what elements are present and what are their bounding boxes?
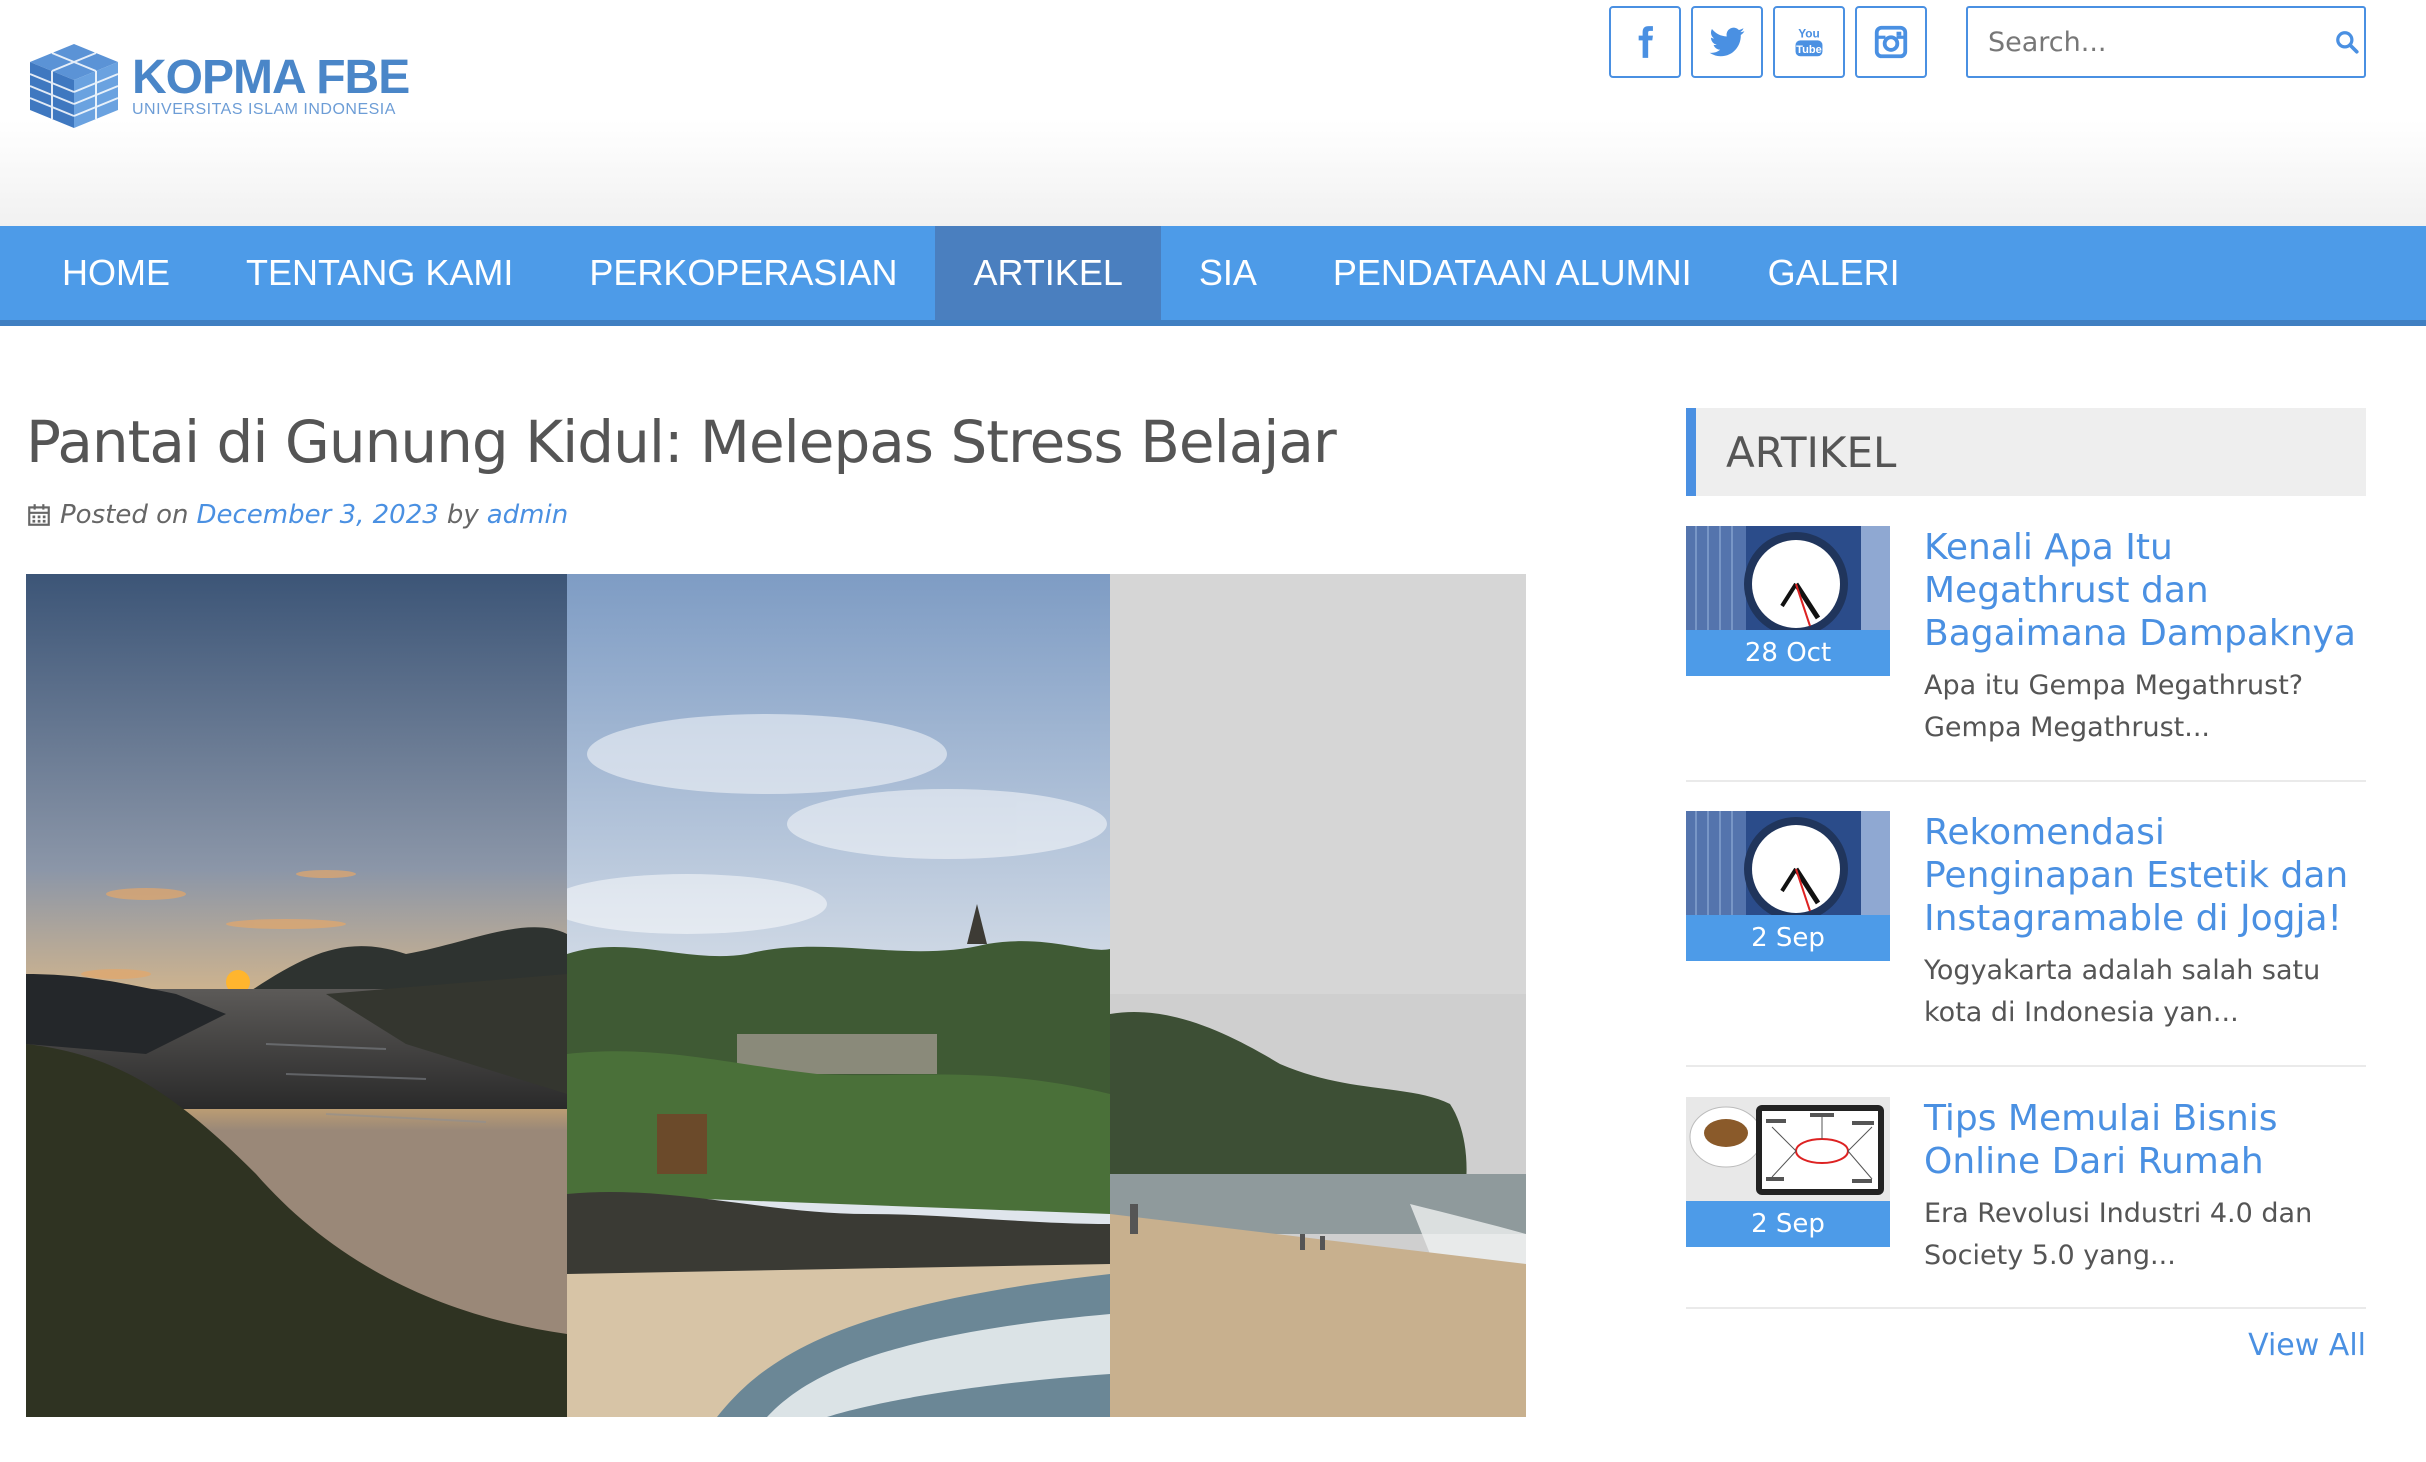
sidebar-widget-title: ARTIKEL xyxy=(1686,408,2366,496)
sunset-beach-photo xyxy=(26,574,567,1417)
youtube-link[interactable]: You Tube xyxy=(1773,6,1845,78)
sidebar-article[interactable]: 2 Sep Rekomendasi Penginapan Estetik dan… xyxy=(1686,811,2366,1034)
article-date: 2 Sep xyxy=(1686,1201,1890,1247)
article-date: 2 Sep xyxy=(1686,915,1890,961)
facebook-icon xyxy=(1638,26,1653,58)
view-all-link[interactable]: View All xyxy=(2248,1328,2366,1363)
site-header: KOPMA FBE UNIVERSITAS ISLAM INDONESIA Yo… xyxy=(0,0,2426,226)
youtube-icon: You Tube xyxy=(1795,26,1823,57)
youtube-icon-label-bottom: Tube xyxy=(1796,44,1822,56)
main-nav: HOME TENTANG KAMI PERKOPERASIAN ARTIKEL … xyxy=(0,226,2426,326)
article-excerpt: Apa itu Gempa Megathrust? Gempa Megathru… xyxy=(1924,670,2304,743)
twitter-icon xyxy=(1709,27,1745,57)
search-icon xyxy=(2336,31,2359,54)
divider xyxy=(1686,780,2366,782)
author-link[interactable]: admin xyxy=(487,500,568,530)
divider xyxy=(1686,1065,2366,1067)
logo-cube-icon xyxy=(29,44,119,128)
instagram-link[interactable] xyxy=(1855,6,1927,78)
temple-beach-photo xyxy=(567,574,1110,1417)
article-thumbnail[interactable]: 2 Sep xyxy=(1686,1097,1890,1247)
cliff-beach-photo xyxy=(1110,574,1526,1417)
article-date: 28 Oct xyxy=(1686,630,1890,676)
by-label: by xyxy=(446,500,479,530)
article-title-link[interactable]: Rekomendasi Penginapan Estetik dan Insta… xyxy=(1924,811,2366,940)
article-title-link[interactable]: Kenali Apa Itu Megathrust dan Bagaimana … xyxy=(1924,526,2366,655)
post-meta: Posted on December 3, 2023 by admin xyxy=(26,500,568,530)
search-input[interactable] xyxy=(1968,8,2330,76)
logo-title: KOPMA FBE xyxy=(132,51,410,104)
calendar-icon xyxy=(28,504,50,526)
sidebar-article[interactable]: 2 Sep Tips Memulai Bisnis Online Dari Ru… xyxy=(1686,1097,2366,1277)
nav-item-artikel[interactable]: ARTIKEL xyxy=(935,226,1161,320)
nav-item-pendataan-alumni[interactable]: PENDATAAN ALUMNI xyxy=(1295,226,1730,320)
post-date-link[interactable]: December 3, 2023 xyxy=(196,500,438,530)
logo-subtitle: UNIVERSITAS ISLAM INDONESIA xyxy=(132,101,396,118)
instagram-icon xyxy=(1874,25,1908,59)
social-links: You Tube xyxy=(1609,6,1927,78)
clock-image xyxy=(1686,811,1890,915)
nav-item-tentang-kami[interactable]: TENTANG KAMI xyxy=(208,226,551,320)
post-title: Pantai di Gunung Kidul: Melepas Stress B… xyxy=(26,408,1337,476)
posted-on-label: Posted on xyxy=(60,500,189,530)
search-box xyxy=(1966,6,2366,78)
featured-image xyxy=(26,574,1526,1417)
facebook-link[interactable] xyxy=(1609,6,1681,78)
youtube-icon-label-top: You xyxy=(1798,26,1820,40)
site-logo[interactable]: KOPMA FBE UNIVERSITAS ISLAM INDONESIA xyxy=(26,40,410,132)
article-excerpt: Yogyakarta adalah salah satu kota di Ind… xyxy=(1924,955,2321,1028)
sidebar-article[interactable]: 28 Oct Kenali Apa Itu Megathrust dan Bag… xyxy=(1686,526,2366,749)
clock-image xyxy=(1686,526,1890,630)
article-thumbnail[interactable]: 28 Oct xyxy=(1686,526,1890,676)
nav-item-sia[interactable]: SIA xyxy=(1161,226,1295,320)
article-title-link[interactable]: Tips Memulai Bisnis Online Dari Rumah xyxy=(1924,1097,2366,1183)
nav-item-home[interactable]: HOME xyxy=(0,226,208,320)
article-thumbnail[interactable]: 2 Sep xyxy=(1686,811,1890,961)
twitter-link[interactable] xyxy=(1691,6,1763,78)
nav-item-galeri[interactable]: GALERI xyxy=(1730,226,1938,320)
divider xyxy=(1686,1307,2366,1309)
nav-item-perkoperasian[interactable]: PERKOPERASIAN xyxy=(551,226,935,320)
article-excerpt: Era Revolusi Industri 4.0 dan Society 5.… xyxy=(1924,1198,2313,1271)
digital-marketing-image xyxy=(1686,1097,1890,1201)
search-button[interactable] xyxy=(2330,8,2364,76)
